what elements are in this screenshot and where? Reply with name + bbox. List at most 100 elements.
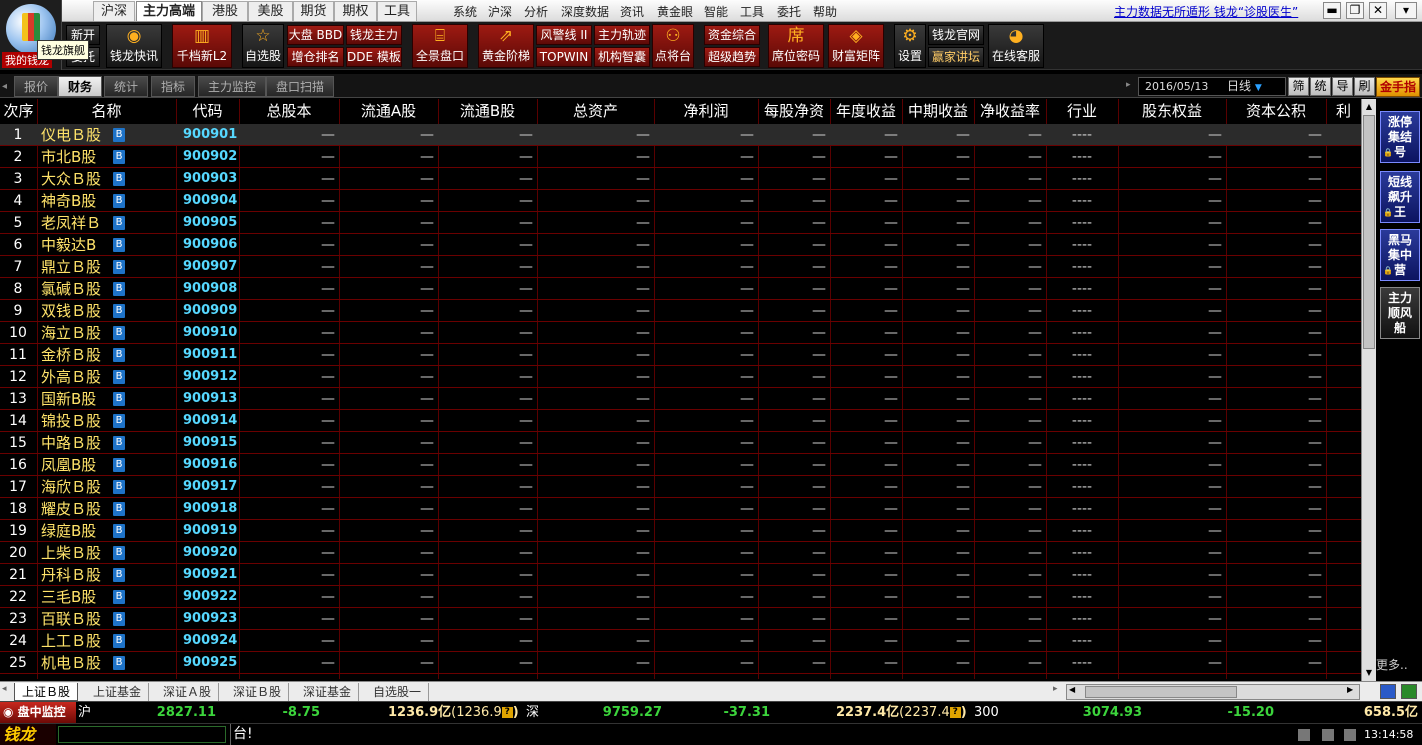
right-panel-button[interactable]: 涨停集结号 🔒: [1380, 111, 1420, 163]
table-row[interactable]: 3 大众Ｂ股 B 900903 — — — — — — — — — ---- — —: [0, 168, 1361, 190]
tab-right-arrow-icon[interactable]: ▸: [1053, 684, 1058, 694]
gold-ladder-button[interactable]: ⇗ 黄金阶梯: [478, 24, 534, 68]
watchlist-button[interactable]: ☆ 自选股: [242, 24, 284, 68]
stock-code[interactable]: 900925: [183, 652, 237, 674]
table-row[interactable]: 12 外高Ｂ股 B 900912 — — — — — — — — — ---- — —: [0, 366, 1361, 388]
online-service-button[interactable]: ◕ 在线客服: [988, 24, 1044, 68]
menu-item[interactable]: 帮助: [813, 3, 837, 20]
top-tab[interactable]: 工具: [377, 1, 417, 21]
stock-name[interactable]: 百联Ｂ股: [41, 608, 101, 630]
top-tab[interactable]: 美股: [248, 1, 293, 21]
top-tab[interactable]: 主力高端: [136, 1, 202, 21]
table-row[interactable]: 2 市北B股 B 900902 — — — — — — — — — ---- — —: [0, 146, 1361, 168]
top-tab[interactable]: 期权: [334, 1, 377, 21]
table-row[interactable]: 7 鼎立Ｂ股 B 900907 — — — — — — — — — ---- — —: [0, 256, 1361, 278]
column-header[interactable]: 股东权益: [1118, 99, 1226, 124]
subtab[interactable]: 指标: [151, 76, 196, 97]
date-period-selector[interactable]: 2016/05/13 日线 ▼: [1138, 77, 1286, 96]
table-row[interactable]: 9 双钱Ｂ股 B 900909 — — — — — — — — — ---- — —: [0, 300, 1361, 322]
stock-code[interactable]: 900924: [183, 630, 237, 652]
dde-template-button[interactable]: DDE 模板: [346, 47, 402, 67]
market-tab[interactable]: 自选股一: [366, 683, 430, 701]
column-header[interactable]: 中期收益: [902, 99, 974, 124]
table-row[interactable]: 22 三毛B股 B 900922 — — — — — — — — — ---- — —: [0, 586, 1361, 608]
menu-item[interactable]: 深度数据: [561, 3, 609, 20]
stock-code[interactable]: 900904: [183, 190, 237, 212]
column-header[interactable]: 代码: [176, 99, 239, 124]
restore-icon[interactable]: ❐: [1346, 2, 1364, 19]
menu-item[interactable]: 系统: [453, 3, 477, 20]
stock-code[interactable]: 900908: [183, 278, 237, 300]
side-tool-button[interactable]: 刷: [1354, 77, 1375, 96]
stock-name[interactable]: 市北B股: [41, 146, 96, 168]
left-arrow-icon[interactable]: ◂: [2, 76, 14, 97]
forum-button[interactable]: 赢家讲坛: [928, 47, 984, 67]
golden-finger-button[interactable]: 金手指: [1376, 77, 1420, 97]
stock-code[interactable]: 900917: [183, 476, 237, 498]
table-row[interactable]: 23 百联Ｂ股 B 900923 — — — — — — — — — ---- — —: [0, 608, 1361, 630]
more-link[interactable]: 更多..: [1376, 656, 1408, 673]
table-row[interactable]: 4 神奇B股 B 900904 — — — — — — — — — ---- — —: [0, 190, 1361, 212]
stock-name[interactable]: 鼎立Ｂ股: [41, 256, 101, 278]
panorama-button[interactable]: ⌸ 全景盘口: [412, 24, 468, 68]
menu-item[interactable]: 黄金眼: [657, 3, 693, 20]
table-row[interactable]: 6 中毅达B B 900906 — — — — — — — — — ---- — —: [0, 234, 1361, 256]
column-header[interactable]: 流通A股: [339, 99, 438, 124]
top-tab[interactable]: 期货: [293, 1, 334, 21]
stock-name[interactable]: 大众Ｂ股: [41, 168, 101, 190]
stock-name[interactable]: 氯碱Ｂ股: [41, 278, 101, 300]
subtab[interactable]: 盘口扫描: [266, 76, 335, 97]
monitor-button[interactable]: ◉ 盘中监控: [0, 702, 76, 723]
horizontal-scrollbar[interactable]: ◀ ▶: [1066, 684, 1360, 700]
scroll-up-icon[interactable]: ▲: [1362, 99, 1376, 114]
stock-name[interactable]: 上柴Ｂ股: [41, 542, 101, 564]
menu-item[interactable]: 资讯: [620, 3, 644, 20]
stock-code[interactable]: 900918: [183, 498, 237, 520]
stock-name[interactable]: 中路Ｂ股: [41, 432, 101, 454]
stock-code[interactable]: 900901: [183, 124, 237, 146]
stock-name[interactable]: 海立Ｂ股: [41, 322, 101, 344]
flash-news-button[interactable]: ◉ 钱龙快讯: [106, 24, 162, 68]
table-row[interactable]: 19 绿庭B股 B 900919 — — — — — — — — — ---- — —: [0, 520, 1361, 542]
vertical-scrollbar[interactable]: ▲ ▼: [1361, 99, 1376, 681]
menu-item[interactable]: 分析: [524, 3, 548, 20]
commander-button[interactable]: ⚇ 点将台: [652, 24, 694, 68]
side-tool-button[interactable]: 导: [1332, 77, 1353, 96]
market-tab[interactable]: 深证基金: [296, 683, 360, 701]
column-header[interactable]: 总股本: [239, 99, 339, 124]
stock-code[interactable]: 900906: [183, 234, 237, 256]
stock-name[interactable]: 外高Ｂ股: [41, 366, 101, 388]
scroll-right-icon[interactable]: ▶: [1347, 685, 1353, 694]
subtab[interactable]: 主力监控: [198, 76, 267, 97]
l2-button[interactable]: ▥ 千档新L2: [172, 24, 232, 68]
wealth-matrix-button[interactable]: ◈ 财富矩阵: [828, 24, 884, 68]
stock-code[interactable]: 900911: [183, 344, 237, 366]
warning-line-button[interactable]: 风警线 II: [536, 25, 592, 45]
column-header[interactable]: 名称: [37, 99, 176, 124]
top-tab[interactable]: 港股: [202, 1, 248, 21]
stock-code[interactable]: 900912: [183, 366, 237, 388]
stock-code[interactable]: 900919: [183, 520, 237, 542]
h-scroll-thumb[interactable]: [1085, 686, 1237, 698]
minimize-icon[interactable]: ▬: [1323, 2, 1341, 19]
stock-name[interactable]: 绿庭B股: [41, 520, 96, 542]
seat-code-button[interactable]: 席席位密码: [768, 24, 824, 68]
table-row[interactable]: 10 海立Ｂ股 B 900910 — — — — — — — — — ---- — —: [0, 322, 1361, 344]
right-panel-button[interactable]: 短线飙升王 🔒: [1380, 171, 1420, 223]
stock-code[interactable]: 900902: [183, 146, 237, 168]
market-tab[interactable]: 上证基金: [86, 683, 150, 701]
stock-name[interactable]: 凤凰B股: [41, 454, 96, 476]
column-header[interactable]: 资本公积: [1226, 99, 1326, 124]
right-panel-button[interactable]: 主力顺风船: [1380, 287, 1420, 339]
menu-item[interactable]: 沪深: [488, 3, 512, 20]
institution-button[interactable]: 机构智囊: [594, 47, 650, 67]
stock-code[interactable]: 900922: [183, 586, 237, 608]
scroll-down-icon[interactable]: ▼: [1362, 665, 1376, 680]
table-row[interactable]: 14 锦投Ｂ股 B 900914 — — — — — — — — — ---- — —: [0, 410, 1361, 432]
stock-name[interactable]: 海欣Ｂ股: [41, 476, 101, 498]
stock-code[interactable]: 900923: [183, 608, 237, 630]
stock-code[interactable]: 900916: [183, 454, 237, 476]
table-row[interactable]: 1 仪电Ｂ股 B 900901 — — — — — — — — — ---- — —: [0, 124, 1361, 146]
table-row[interactable]: 11 金桥Ｂ股 B 900911 — — — — — — — — — ---- — —: [0, 344, 1361, 366]
stock-name[interactable]: 双钱Ｂ股: [41, 300, 101, 322]
